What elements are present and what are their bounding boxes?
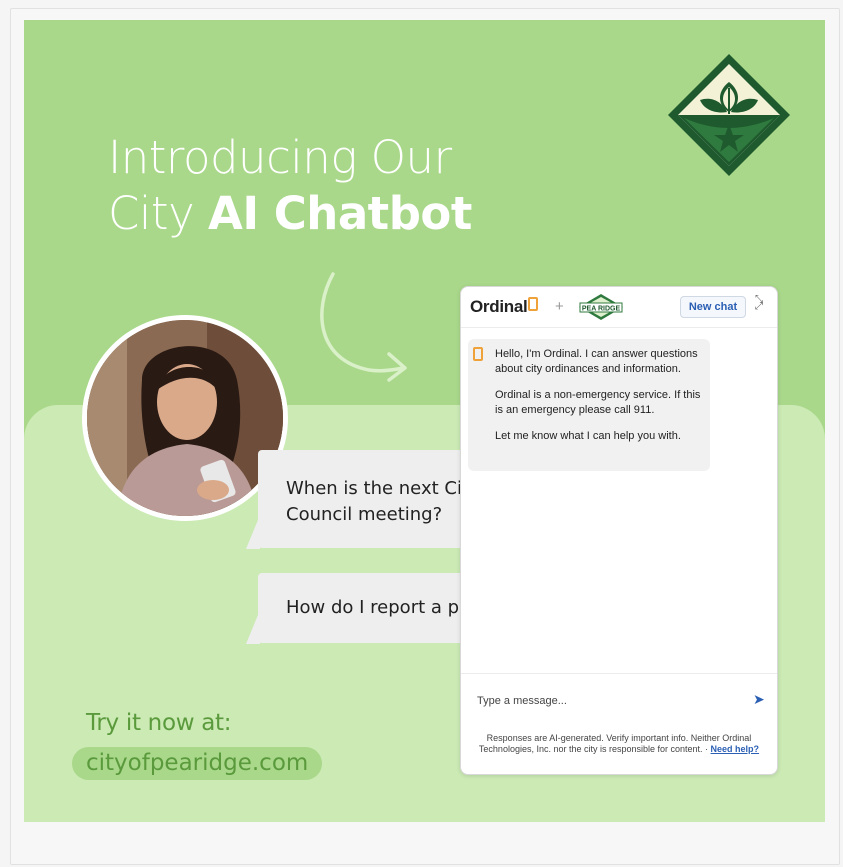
- new-chat-button[interactable]: New chat: [680, 296, 746, 318]
- bot-message-text: Hello, I'm Ordinal. I can answer questio…: [495, 347, 707, 455]
- chat-header: Ordinal + PEA RIDGE New chat ⤡ ⤢: [461, 287, 777, 328]
- curved-arrow-icon: [320, 272, 407, 382]
- plus-separator: +: [555, 298, 564, 315]
- cta-label: Try it now at:: [86, 710, 232, 736]
- pea-ridge-logo-icon: PEA RIDGE: [579, 294, 623, 320]
- ai-disclaimer: Responses are AI-generated. Verify impor…: [471, 733, 767, 755]
- ordinal-brand: Ordinal: [470, 297, 539, 317]
- headline-bold: AI Chatbot: [208, 187, 472, 240]
- chat-widget: Ordinal + PEA RIDGE New chat ⤡ ⤢ Hello, I…: [460, 286, 778, 775]
- bot-paragraph-2: Ordinal is a non-emergency service. If t…: [495, 389, 701, 416]
- bot-paragraph-1: Hello, I'm Ordinal. I can answer questio…: [495, 348, 698, 375]
- bot-paragraph-3: Let me know what I can help you with.: [495, 430, 681, 442]
- headline-line-2: City AI Chatbot: [108, 186, 472, 242]
- headline: Introducing Our City AI Chatbot: [108, 130, 472, 242]
- brand-name: Ordinal: [470, 297, 528, 316]
- bot-message: Hello, I'm Ordinal. I can answer questio…: [468, 339, 710, 471]
- ordinal-logo-icon: [528, 297, 539, 311]
- message-composer: ➤: [461, 673, 777, 726]
- partner-logo-text: PEA RIDGE: [582, 306, 621, 313]
- cta-url-pill[interactable]: cityofpearidge.com: [72, 747, 323, 780]
- person-photo-icon: [87, 320, 283, 516]
- headline-line-1: Introducing Our: [108, 131, 452, 184]
- need-help-link[interactable]: Need help?: [711, 744, 760, 754]
- send-icon[interactable]: ➤: [753, 691, 765, 708]
- message-input[interactable]: [475, 690, 739, 712]
- promo-poster: Introducing Our City AI Chatbot When is …: [24, 20, 825, 822]
- headline-plain: City: [108, 187, 209, 240]
- question-1-text: When is the next City Council meeting?: [286, 478, 480, 525]
- expand-icon[interactable]: ⤡ ⤢: [755, 295, 769, 312]
- city-emblem-icon: [668, 54, 790, 176]
- ordinal-avatar-icon: [473, 347, 483, 361]
